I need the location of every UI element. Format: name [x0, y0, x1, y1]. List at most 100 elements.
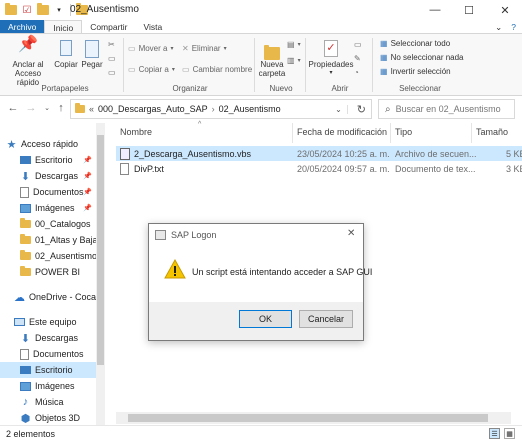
column-header-tipo[interactable]: Tipo	[395, 127, 412, 141]
column-divider[interactable]	[390, 123, 391, 143]
close-button[interactable]: ✕	[488, 0, 522, 20]
tab-inicio[interactable]: Inicio	[44, 20, 83, 34]
nav-item-00-catalogos[interactable]: 00_Catalogos	[0, 216, 96, 232]
breadcrumb-current[interactable]: 02_Ausentismo	[219, 104, 281, 114]
search-box[interactable]: ⌕ Buscar en 02_Ausentismo	[378, 99, 515, 119]
edit-icon[interactable]: ✎	[354, 54, 361, 63]
horizontal-scroll-thumb[interactable]	[128, 414, 488, 422]
minimize-button[interactable]: —	[418, 0, 452, 20]
forward-arrow-icon[interactable]: →	[24, 101, 38, 115]
chevron-down-icon[interactable]: ▾	[52, 3, 66, 17]
nav-item-onedrive[interactable]: ☁ OneDrive - Coca-C	[0, 289, 96, 305]
nav-item-documentos-pc[interactable]: Documentos	[0, 346, 96, 362]
cut-icon[interactable]: ✂	[108, 40, 115, 49]
tab-archivo[interactable]: Archivo	[0, 20, 45, 34]
move-to-button[interactable]: ▭ Mover a ▾	[128, 44, 173, 53]
copy-path-icon[interactable]: ▭	[108, 54, 116, 63]
select-all-button[interactable]: ▦ Seleccionar todo	[380, 39, 450, 48]
sort-indicator-icon: ^	[198, 121, 202, 128]
breadcrumb-parent[interactable]: 000_Descargas_Auto_SAP	[98, 104, 208, 114]
copy-button[interactable]: Copiar	[54, 40, 78, 69]
document-icon	[20, 348, 29, 360]
nav-item-escritorio-pc[interactable]: Escritorio	[0, 362, 96, 378]
nav-label: 00_Catalogos	[35, 219, 91, 229]
large-icons-view-icon[interactable]: ▦	[504, 428, 515, 439]
new-item-icon[interactable]: ▤ ▾	[287, 40, 301, 49]
nav-item-imagenes-pc[interactable]: Imágenes	[0, 378, 96, 394]
nav-item-imagenes[interactable]: Imágenes 📌	[0, 200, 96, 216]
ribbon: 📌 Anclar al Acceso rápido Copiar Pegar ✂…	[0, 33, 522, 96]
refresh-icon[interactable]: ↻	[352, 103, 371, 116]
ribbon-tabs: Archivo Inicio Compartir Vista ⌄ ?	[0, 20, 522, 34]
new-folder-icon[interactable]	[36, 3, 50, 17]
nav-item-01-altas-bajas[interactable]: 01_Altas y Bajas	[0, 232, 96, 248]
copy-to-button[interactable]: ▭ Copiar a ▾	[128, 65, 175, 74]
open-icon[interactable]: ▭	[354, 40, 362, 49]
back-arrow-icon[interactable]: ←	[6, 101, 20, 115]
delete-label: Eliminar	[191, 44, 221, 53]
up-arrow-icon[interactable]: ↑	[54, 101, 68, 115]
search-icon: ⌕	[385, 103, 391, 115]
nav-item-descargas-pc[interactable]: ⬇ Descargas	[0, 330, 96, 346]
chevron-down-icon[interactable]: ⌄	[492, 20, 505, 34]
file-row[interactable]: 2_Descarga_Ausentismo.vbs 23/05/2024 10:…	[116, 146, 522, 161]
recent-locations-icon[interactable]: ⌄	[40, 101, 54, 115]
nav-label: Descargas	[35, 171, 79, 181]
nav-label: Música	[35, 397, 64, 407]
breadcrumb-overflow[interactable]: «	[89, 104, 94, 114]
column-header-tamano[interactable]: Tamaño	[476, 127, 508, 141]
ok-button[interactable]: OK	[239, 310, 292, 328]
group-organizar: Organizar	[172, 84, 208, 93]
folder-icon	[264, 40, 280, 60]
checkmark-properties-icon[interactable]: ☑	[20, 3, 34, 17]
nav-item-acceso-rapido[interactable]: ★ Acceso rápido	[6, 136, 102, 152]
tab-compartir[interactable]: Compartir	[82, 20, 135, 34]
nav-item-objetos-3d[interactable]: ⬢ Objetos 3D	[0, 410, 96, 426]
column-divider[interactable]	[471, 123, 472, 143]
nav-item-02-ausentismo[interactable]: 02_Ausentismo	[0, 248, 96, 264]
nav-label: Escritorio	[35, 365, 73, 375]
address-bar[interactable]: « 000_Descargas_Auto_SAP › 02_Ausentismo…	[70, 99, 372, 119]
nav-item-musica[interactable]: ♪ Música	[0, 394, 96, 410]
new-folder-button[interactable]: Nueva carpeta	[258, 40, 286, 78]
maximize-button[interactable]: ☐	[452, 0, 486, 20]
paste-shortcut-icon[interactable]: ▭	[108, 68, 116, 77]
breadcrumb-separator[interactable]: ›	[212, 104, 215, 114]
select-none-label: No seleccionar nada	[390, 53, 464, 62]
folder-icon	[20, 234, 31, 246]
select-none-button[interactable]: ▦ No seleccionar nada	[380, 53, 464, 62]
nav-label: 01_Altas y Bajas	[35, 235, 96, 245]
delete-button[interactable]: ✕ Eliminar ▾	[182, 44, 227, 53]
file-row[interactable]: DivP.txt 20/05/2024 09:57 a. m. Document…	[116, 161, 522, 176]
status-bar: 2 elementos ☰ ▦	[0, 425, 522, 441]
nav-item-escritorio[interactable]: Escritorio 📌	[0, 152, 96, 168]
help-icon[interactable]: ?	[505, 20, 522, 34]
invert-label: Invertir selección	[390, 67, 451, 76]
nav-item-power-bi[interactable]: POWER BI	[0, 264, 96, 280]
invert-selection-button[interactable]: ▦ Invertir selección	[380, 67, 451, 76]
history-icon[interactable]: ◔	[354, 68, 359, 77]
paste-button[interactable]: Pegar	[80, 40, 104, 69]
rename-button[interactable]: ▭ Cambiar nombre	[182, 65, 252, 74]
nav-label: Este equipo	[29, 317, 77, 327]
details-view-icon[interactable]: ☰	[489, 428, 500, 439]
cancel-button[interactable]: Cancelar	[299, 310, 353, 328]
nav-label: Documentos	[33, 187, 84, 197]
group-nuevo: Nuevo	[269, 84, 293, 93]
nav-item-este-equipo[interactable]: Este equipo	[0, 314, 96, 330]
close-icon[interactable]: ✕	[347, 228, 355, 239]
column-header-nombre[interactable]: Nombre	[120, 127, 152, 141]
download-icon: ⬇	[20, 170, 31, 183]
pin-quick-access-button[interactable]: 📌 Anclar al Acceso rápido	[4, 37, 52, 88]
nav-pane-scroll-thumb[interactable]	[97, 135, 104, 365]
chevron-down-icon[interactable]: ⌄	[330, 104, 348, 114]
column-header-fecha[interactable]: Fecha de modificación	[297, 127, 387, 141]
nav-item-descargas[interactable]: ⬇ Descargas 📌	[0, 168, 96, 184]
pin-icon: 📌	[83, 173, 92, 180]
tab-vista[interactable]: Vista	[136, 20, 171, 34]
nav-item-documentos[interactable]: Documentos 📌	[0, 184, 96, 200]
easy-access-icon[interactable]: ▥ ▾	[287, 56, 301, 65]
properties-button[interactable]: ✓ Propiedades ▾	[309, 40, 353, 78]
new-folder-line2: carpeta	[258, 69, 286, 78]
column-divider[interactable]	[292, 123, 293, 143]
